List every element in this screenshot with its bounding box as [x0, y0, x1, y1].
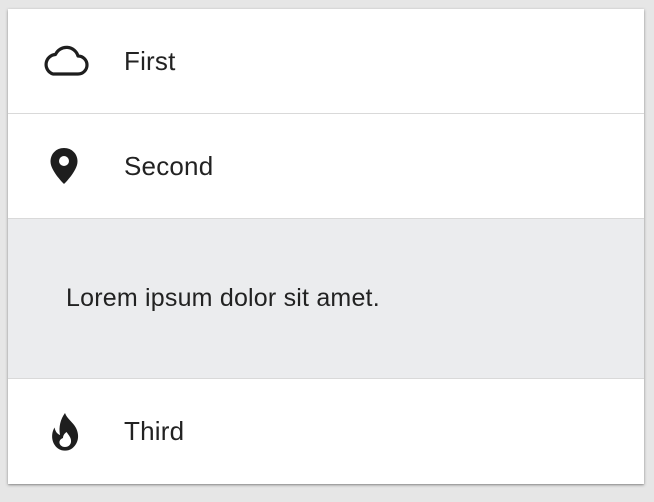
cloud-icon [8, 45, 124, 77]
accordion: First Second Lorem ipsum dolor sit amet.… [8, 9, 644, 484]
accordion-item-third[interactable]: Third [8, 379, 644, 484]
accordion-item-first[interactable]: First [8, 9, 644, 114]
expanded-content-text: Lorem ipsum dolor sit amet. [66, 284, 380, 312]
accordion-item-second[interactable]: Second [8, 114, 644, 219]
accordion-item-label: Third [124, 416, 185, 446]
fire-icon [8, 412, 124, 452]
accordion-item-label: Second [124, 150, 214, 181]
map-marker-icon [8, 147, 124, 185]
accordion-item-label: First [124, 45, 176, 76]
accordion-expanded-panel: Lorem ipsum dolor sit amet. [8, 219, 644, 379]
